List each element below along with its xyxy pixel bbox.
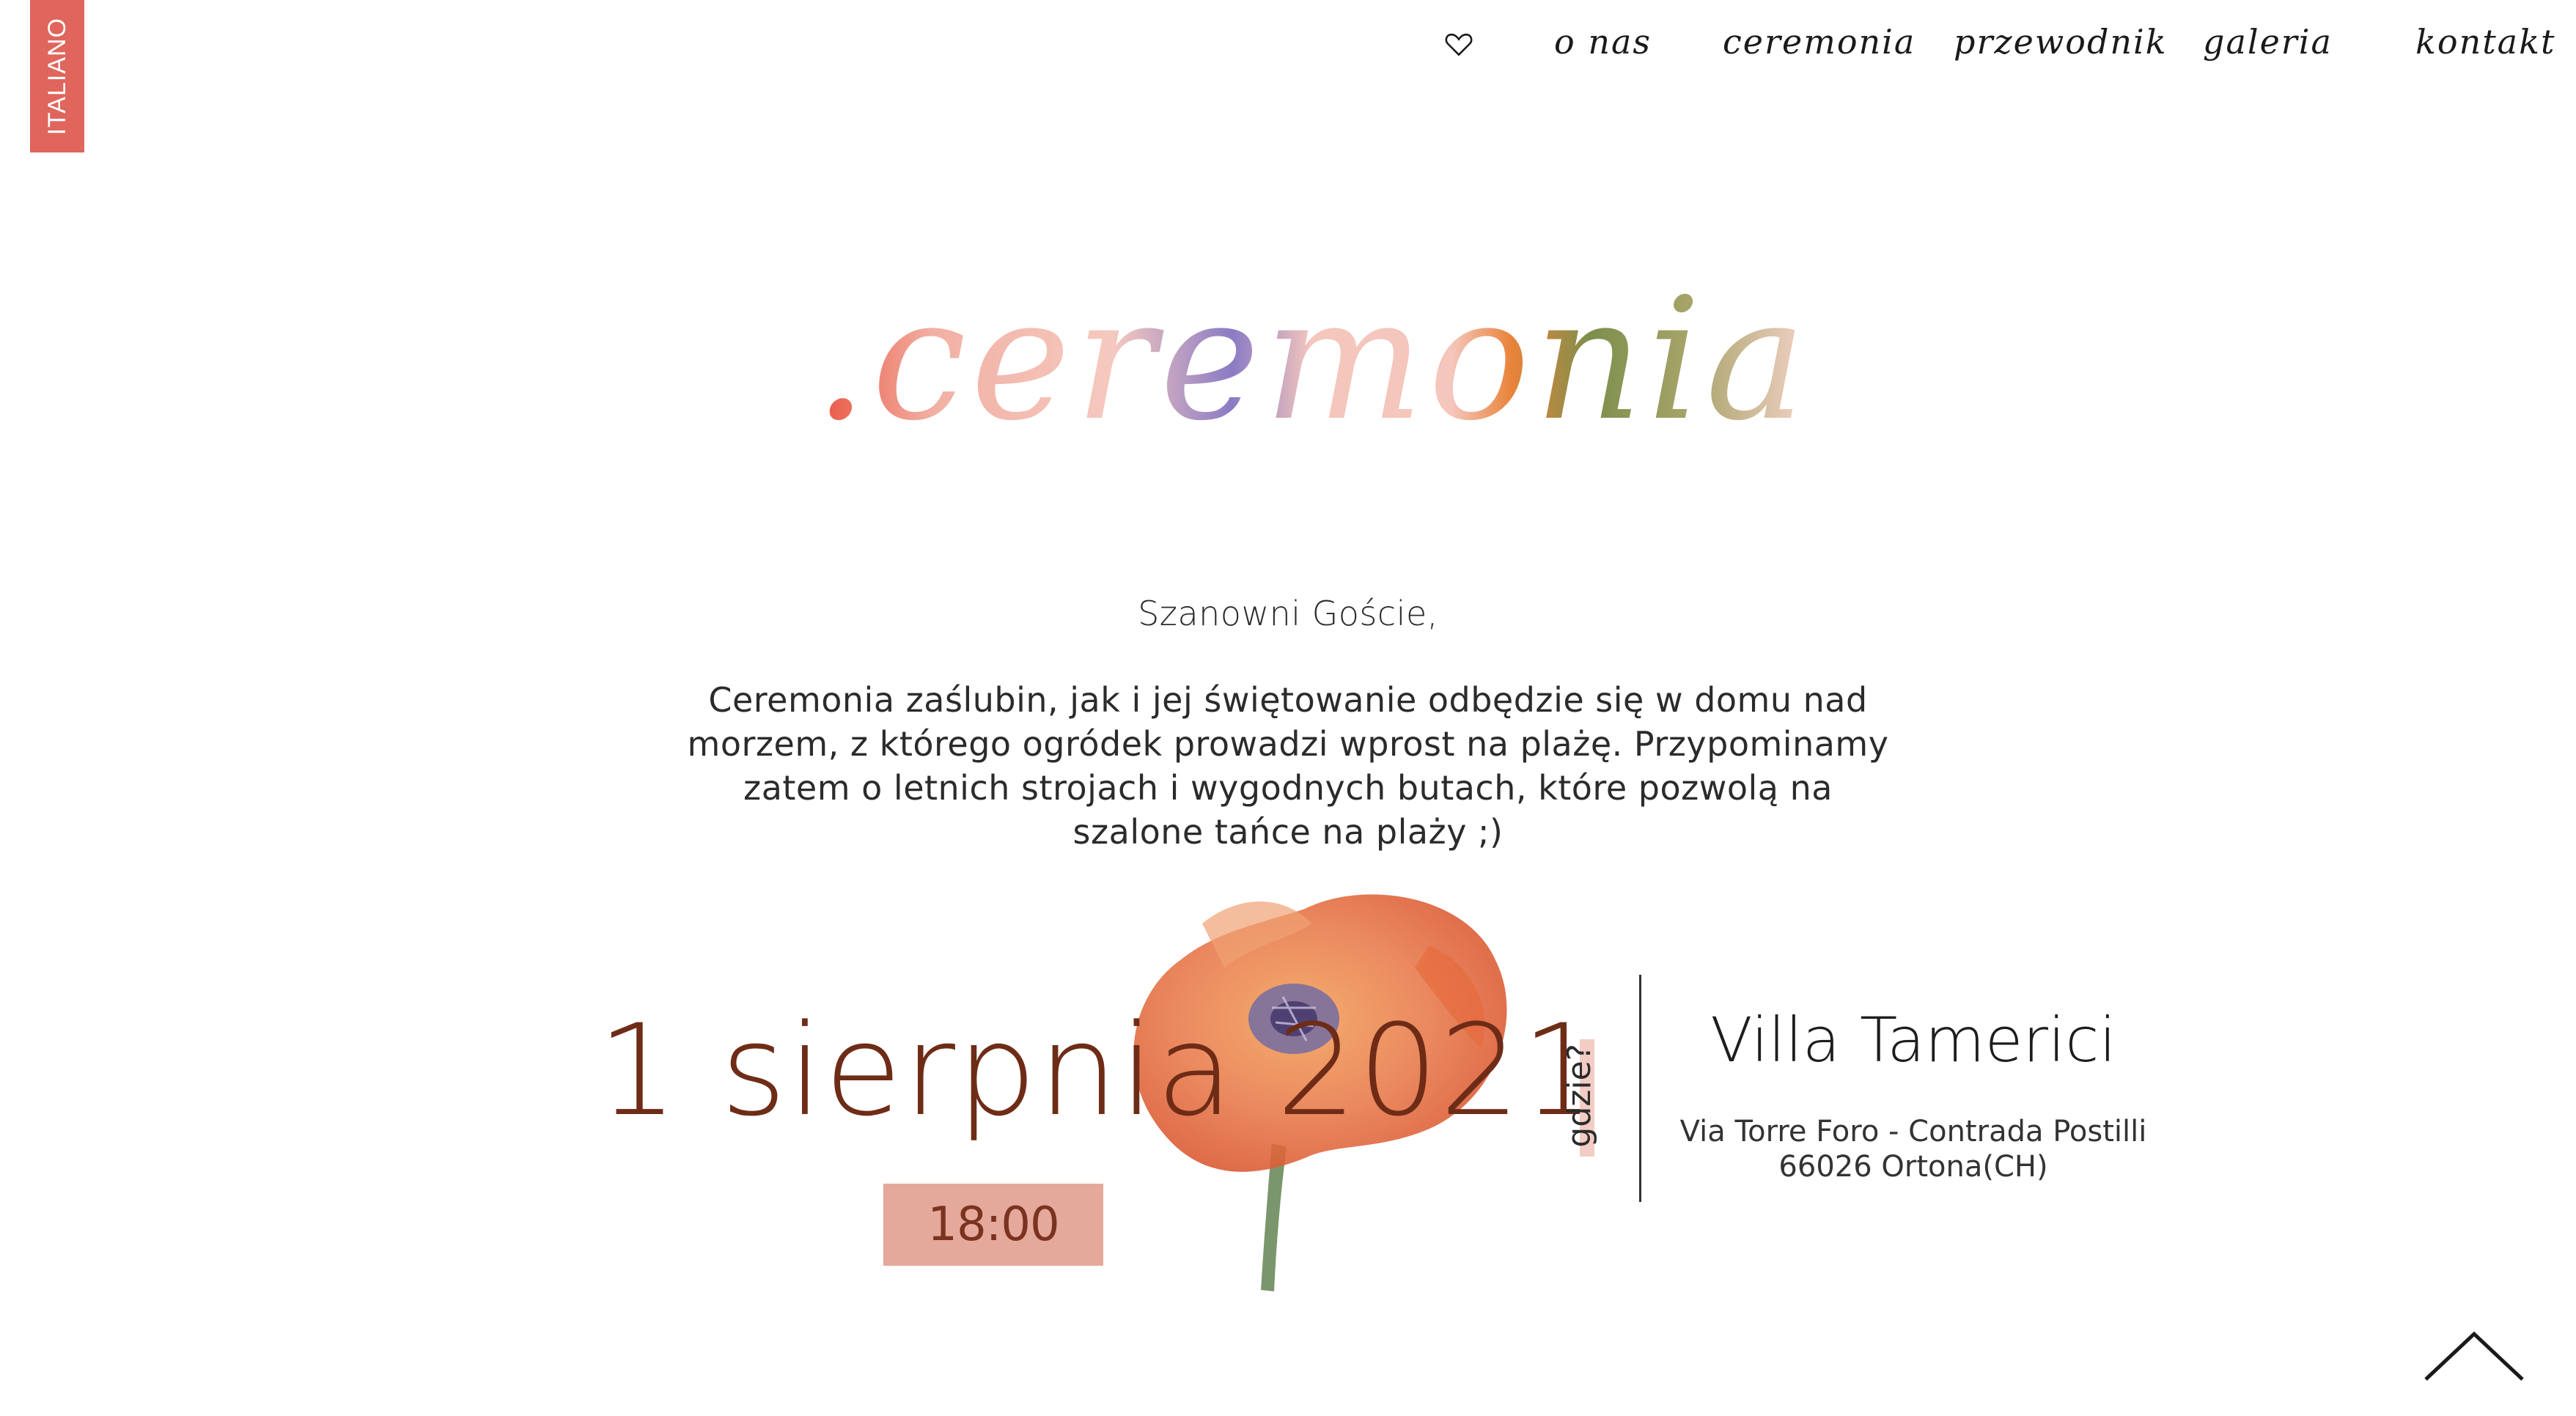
language-toggle[interactable]: ITALIANO: [30, 0, 84, 152]
nav-item-ceremonia[interactable]: ceremonia: [1723, 22, 1916, 62]
page-title-text: .ceremonia: [814, 262, 1810, 458]
heart-icon[interactable]: [1443, 28, 1475, 60]
nav-item-o-nas[interactable]: o nas: [1554, 22, 1652, 62]
venue-address-line2: 66026 Ortona(CH): [1778, 1150, 2048, 1184]
venue-address: Via Torre Foro - Contrada Postilli 66026…: [1649, 1114, 2177, 1184]
event-date: 1 sierpnia 2021: [597, 997, 1603, 1144]
nav-item-kontakt[interactable]: kontakt: [2415, 22, 2555, 62]
nav-item-przewodnik[interactable]: przewodnik: [1954, 22, 2168, 62]
greeting-text: Szanowni Goście,: [1138, 594, 1438, 633]
main-navigation: o nas ceremonia przewodnik galeria konta…: [1429, 13, 2554, 86]
event-time: 18:00: [927, 1198, 1059, 1252]
chevron-up-icon[interactable]: [2423, 1327, 2525, 1385]
venue-address-line1: Via Torre Foro - Contrada Postilli: [1679, 1115, 2147, 1148]
page-title: .ceremonia: [726, 242, 1899, 484]
intro-paragraph: Ceremonia zaślubin, jak i jej świętowani…: [687, 680, 1889, 852]
language-toggle-label: ITALIANO: [43, 17, 71, 136]
vertical-divider: [1639, 975, 1641, 1202]
where-label-text: gdzie?: [1560, 1044, 1598, 1148]
event-time-badge: 18:00: [883, 1184, 1103, 1266]
nav-item-galeria[interactable]: galeria: [2203, 22, 2333, 62]
venue-name: Villa Tamerici: [1710, 1004, 2116, 1076]
where-label: gdzie?: [1558, 1033, 1600, 1158]
